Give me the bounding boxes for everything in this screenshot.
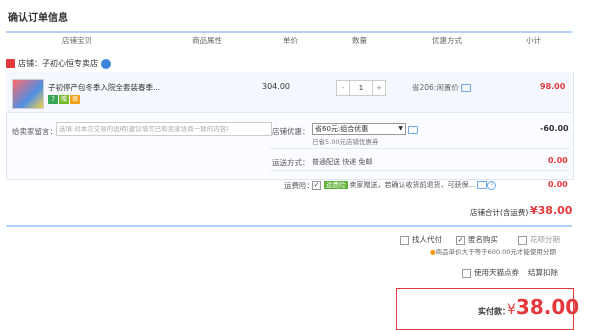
anonymous-option[interactable]: 匿名购买 <box>456 234 498 245</box>
insurance-value: 0.00 <box>548 180 568 189</box>
installment-option[interactable]: 花呗分期 <box>518 234 560 245</box>
shipping-value: 0.00 <box>548 156 568 165</box>
shop-total-label: 店铺合计(含运费) <box>470 208 529 217</box>
insurance-badge: 运费险 <box>324 181 348 189</box>
help-icon[interactable]: ? <box>487 180 497 190</box>
anonymous-checkbox[interactable] <box>456 235 465 245</box>
tag-gift-icon: 赠 <box>59 95 69 104</box>
message-icon[interactable] <box>477 181 488 189</box>
item-subtotal: 98.00 <box>540 82 566 91</box>
shop-row: 店铺：子初心恒专卖店 <box>6 58 111 69</box>
pay-amount-value: 38.00 <box>515 295 580 319</box>
wangwang-icon[interactable] <box>101 58 111 69</box>
product-thumbnail[interactable] <box>12 79 44 109</box>
quantity-stepper[interactable]: - 1 + <box>336 80 386 96</box>
installment-note: ●商品单价大于等于600.00元才能使用分期 <box>430 246 556 256</box>
tmall-points-checkbox[interactable] <box>462 268 471 278</box>
insurance-text: 卖家赠送，若确认收货前退货，可获保... <box>349 181 476 189</box>
col-header-item: 店铺宝贝 <box>62 36 92 45</box>
tag-guarantee-icon: 保 <box>70 95 80 104</box>
pay-label: 实付款： <box>478 307 510 316</box>
shop-name[interactable]: 子初心恒专卖店 <box>42 59 98 68</box>
chevron-down-icon: ▼ <box>398 125 403 132</box>
tmall-points-label: 使用天猫点券 <box>474 268 519 277</box>
pay-amount: ¥38.00 <box>507 295 579 319</box>
shop-total-value: ¥38.00 <box>530 204 573 217</box>
promo-text: 省206:闲置价 <box>412 83 459 92</box>
discount-label: 店铺优惠： <box>272 127 310 136</box>
memo-label: 给卖家留言： <box>12 127 57 136</box>
row-divider <box>270 148 570 149</box>
insurance-row: 运费险卖家赠送，若确认收货前退货，可获保...? <box>312 179 497 190</box>
product-tags: 7赠保 <box>48 94 81 104</box>
insurance-label: 运费险： <box>284 181 314 190</box>
shop-icon <box>6 59 15 68</box>
qty-plus-button[interactable]: + <box>372 81 385 95</box>
col-header-price: 单价 <box>283 36 298 45</box>
discount-value: -60.00 <box>540 124 569 133</box>
discount-selected: 省60元:组合优惠 <box>315 125 369 133</box>
proxy-pay-option[interactable]: 找人代付 <box>400 234 442 245</box>
page-title: 确认订单信息 <box>8 13 68 24</box>
memo-input[interactable]: 选填:对本次交易的说明(建议填写已和卖家协商一致的内容) <box>56 122 272 136</box>
shipping-label: 运送方式： <box>272 158 310 167</box>
tmall-points-option[interactable]: 使用天猫点券 <box>462 267 519 278</box>
pay-currency: ¥ <box>507 302 516 318</box>
shipping-text: 普通配送 快递 免邮 <box>312 158 373 166</box>
anonymous-label: 匿名购买 <box>468 235 498 244</box>
installment-note-text: 商品单价大于等于600.00元才能使用分期 <box>435 248 556 256</box>
tag-7day-icon: 7 <box>48 95 58 104</box>
product-name[interactable]: 子初停产包冬季入院全套装春季... <box>48 82 160 93</box>
insurance-checkbox[interactable] <box>312 180 321 190</box>
col-header-promo: 优惠方式 <box>432 36 462 45</box>
discount-note: 已省5.00元店铺优惠券 <box>312 138 379 146</box>
installment-label: 花呗分期 <box>530 235 560 244</box>
qty-minus-button[interactable]: - <box>337 81 350 95</box>
col-header-qty: 数量 <box>352 36 367 45</box>
proxy-pay-checkbox[interactable] <box>400 235 409 245</box>
message-icon[interactable] <box>460 84 471 92</box>
shop-label: 店铺： <box>18 59 42 68</box>
total-divider <box>6 225 572 227</box>
discount-select[interactable]: 省60元:组合优惠 ▼ <box>312 123 406 135</box>
discount-message-icon[interactable] <box>408 126 418 134</box>
col-header-attr: 商品属性 <box>192 36 222 45</box>
unit-price: 304.00 <box>262 82 290 91</box>
points-deduct-label: 结算扣除 <box>528 268 558 277</box>
header-divider <box>6 31 572 33</box>
installment-checkbox[interactable] <box>518 235 527 245</box>
proxy-pay-label: 找人代付 <box>412 235 442 244</box>
row-divider <box>270 170 570 171</box>
qty-input[interactable]: 1 <box>350 81 372 95</box>
promo-info: 省206:闲置价 <box>412 82 471 93</box>
col-header-subtotal: 小计 <box>526 36 541 45</box>
